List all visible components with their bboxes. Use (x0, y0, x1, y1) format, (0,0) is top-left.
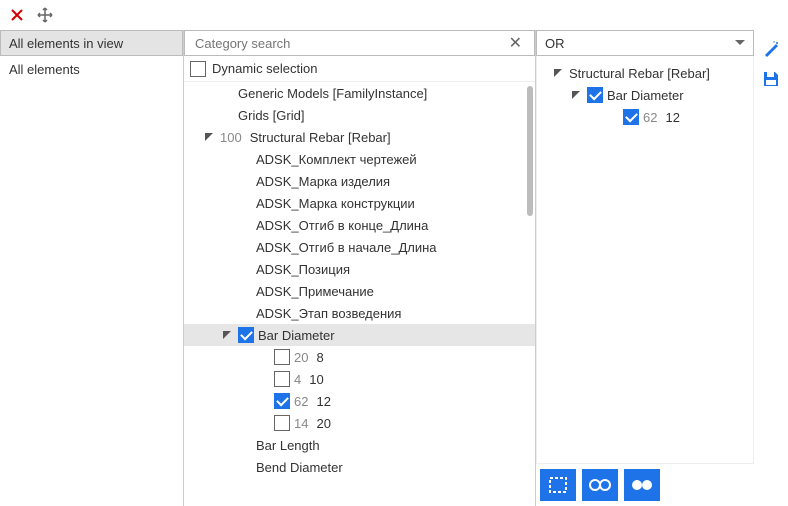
checkbox[interactable] (274, 393, 290, 409)
hide-button[interactable] (624, 469, 660, 501)
select-button[interactable] (540, 469, 576, 501)
filter-panel: OR Structural Rebar [Rebar] Bar Diameter 6… (536, 30, 754, 506)
tree-row[interactable]: ADSK_Отгиб в конце_Длина (184, 214, 535, 236)
expander-icon[interactable] (220, 328, 234, 342)
scope-panel: All elements in view All elements (0, 30, 184, 506)
tree-item-label: 10 (309, 372, 323, 387)
side-toolbar (754, 30, 788, 506)
tree-row[interactable]: Grids [Grid] (184, 104, 535, 126)
tree-item-label: Structural Rebar [Rebar] (569, 66, 710, 81)
tree-item-label: ADSK_Позиция (256, 262, 350, 277)
action-row (536, 464, 754, 506)
count-label: 4 (294, 372, 301, 387)
count-label: 62 (294, 394, 308, 409)
category-panel: ✕ Dynamic selection Generic Models [Fami… (184, 30, 536, 506)
tree-row[interactable]: ADSK_Позиция (184, 258, 535, 280)
tree-row[interactable]: Bend Diameter (184, 456, 535, 478)
tree-item-label: ADSK_Марка изделия (256, 174, 390, 189)
tree-row[interactable]: 100 Structural Rebar [Rebar] (184, 126, 535, 148)
tree-row[interactable]: 62 12 (184, 390, 535, 412)
tree-item-label: 12 (316, 394, 330, 409)
save-icon[interactable] (762, 70, 780, 88)
chevron-down-icon (735, 40, 745, 46)
category-search-input[interactable] (193, 35, 505, 52)
tree-row[interactable]: ADSK_Примечание (184, 280, 535, 302)
clear-search-icon[interactable]: ✕ (505, 33, 526, 53)
tree-item-label: 12 (665, 110, 679, 125)
tree-item-label: 8 (316, 350, 323, 365)
tree-item-label: Bar Diameter (258, 328, 335, 343)
tree-item-label: 20 (316, 416, 330, 431)
tree-item-label: Generic Models [FamilyInstance] (238, 86, 427, 101)
tree-item-label: Bend Diameter (256, 460, 343, 475)
tree-row[interactable]: Bar Length (184, 434, 535, 456)
scope-header[interactable]: All elements in view (0, 30, 183, 56)
isolate-button[interactable] (582, 469, 618, 501)
tree-item-label: Bar Length (256, 438, 320, 453)
tree-row[interactable]: 14 20 (184, 412, 535, 434)
tree-row[interactable]: 20 8 (184, 346, 535, 368)
count-label: 20 (294, 350, 308, 365)
checkbox[interactable] (274, 349, 290, 365)
logic-dropdown[interactable]: OR (536, 30, 754, 56)
scrollbar-thumb[interactable] (527, 86, 533, 216)
scope-item-label: All elements (9, 62, 80, 77)
tree-item-label: ADSK_Марка конструкции (256, 196, 415, 211)
tree-row[interactable]: ADSK_Этап возведения (184, 302, 535, 324)
checkbox[interactable] (587, 87, 603, 103)
count-label: 100 (220, 130, 242, 145)
tree-row[interactable]: Structural Rebar [Rebar] (541, 62, 749, 84)
dynamic-selection-checkbox[interactable] (190, 61, 206, 77)
checkbox[interactable] (274, 415, 290, 431)
dynamic-selection-label: Dynamic selection (212, 61, 318, 76)
tree-row[interactable]: Generic Models [FamilyInstance] (184, 82, 535, 104)
tree-row[interactable]: ADSK_Марка конструкции (184, 192, 535, 214)
tree-row[interactable]: Bar Diameter (184, 324, 535, 346)
count-label: 62 (643, 110, 657, 125)
search-row: ✕ (184, 30, 535, 56)
logic-dropdown-value: OR (545, 36, 565, 51)
dynamic-selection-row[interactable]: Dynamic selection (184, 56, 535, 82)
checkbox[interactable] (238, 327, 254, 343)
tree-row[interactable]: ADSK_Марка изделия (184, 170, 535, 192)
move-icon[interactable] (36, 6, 54, 24)
tree-item-label: ADSK_Этап возведения (256, 306, 401, 321)
checkbox[interactable] (274, 371, 290, 387)
tree-item-label: Bar Diameter (607, 88, 684, 103)
scope-item[interactable]: All elements (0, 56, 183, 82)
tree-item-label: ADSK_Комплект чертежей (256, 152, 417, 167)
expander-icon[interactable] (202, 130, 216, 144)
filter-tree: Structural Rebar [Rebar] Bar Diameter 62 12 (536, 56, 754, 464)
count-label: 14 (294, 416, 308, 431)
tree-item-label: ADSK_Примечание (256, 284, 374, 299)
tree-item-label: Structural Rebar [Rebar] (250, 130, 391, 145)
expander-icon[interactable] (551, 66, 565, 80)
brush-icon[interactable] (762, 40, 780, 58)
tree-row[interactable]: ADSK_Комплект чертежей (184, 148, 535, 170)
tree-row[interactable]: 4 10 (184, 368, 535, 390)
category-tree: Generic Models [FamilyInstance] Grids [Gr… (184, 82, 535, 506)
tree-row[interactable]: ADSK_Отгиб в начале_Длина (184, 236, 535, 258)
close-icon[interactable] (8, 6, 26, 24)
checkbox[interactable] (623, 109, 639, 125)
tree-item-label: Grids [Grid] (238, 108, 304, 123)
tree-item-label: ADSK_Отгиб в конце_Длина (256, 218, 428, 233)
tree-row[interactable]: Bar Diameter (541, 84, 749, 106)
tree-row[interactable]: 62 12 (541, 106, 749, 128)
scope-header-label: All elements in view (9, 36, 123, 51)
tree-item-label: ADSK_Отгиб в начале_Длина (256, 240, 437, 255)
expander-icon[interactable] (569, 88, 583, 102)
